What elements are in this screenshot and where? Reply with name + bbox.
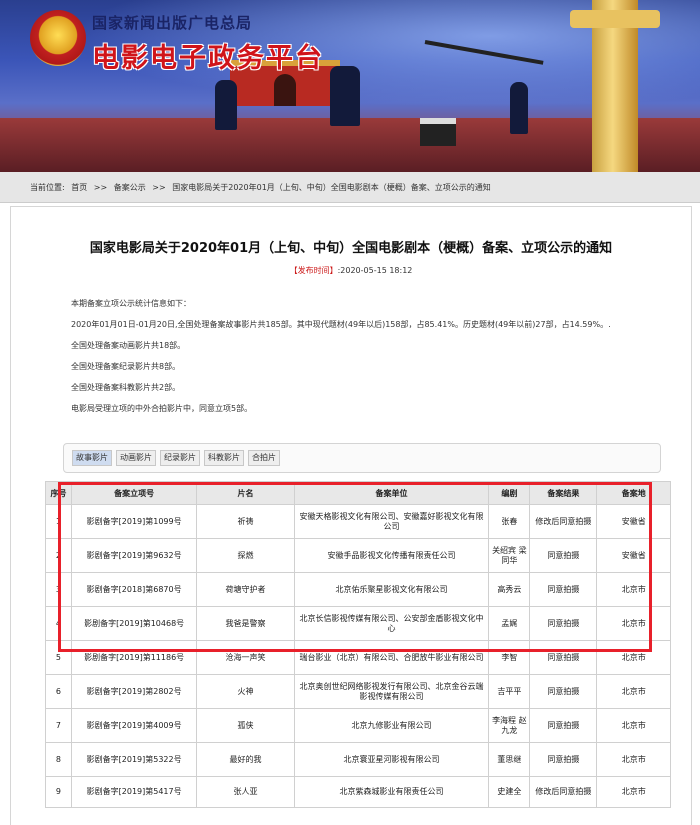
cell-title: 张人亚: [196, 776, 295, 808]
article-paragraph: 全国处理备案科教影片共2部。: [71, 383, 181, 392]
tab-documentary[interactable]: 纪录影片: [160, 450, 200, 466]
breadcrumb-current: 国家电影局关于2020年01月（上旬、中旬）全国电影剧本（梗概）备案、立项公示的…: [172, 183, 491, 192]
cell-title: 孤侠: [196, 708, 295, 743]
breadcrumb-label: 当前位置:: [30, 183, 65, 192]
category-tabs: 故事影片 动画影片 纪录影片 科教影片 合拍片: [63, 443, 661, 473]
cell-index: 8: [45, 742, 72, 777]
table-row: 8 影剧备字[2019]第5322号 最好的我 北京寰亚星河影视有限公司 董思继…: [45, 742, 671, 777]
article-paragraph: 全国处理备案动画影片共18部。: [71, 341, 186, 350]
tab-animation[interactable]: 动画影片: [116, 450, 156, 466]
article-paragraph: 电影局受理立项的中外合拍影片中，同意立项5部。: [71, 404, 253, 413]
cell-result: 修改后同意拍摄: [529, 776, 598, 808]
table-row: 9 影剧备字[2019]第5417号 张人亚 北京紫森城影业有限责任公司 史建全…: [45, 776, 671, 808]
tab-science[interactable]: 科教影片: [204, 450, 244, 466]
huabiao-pillar: [570, 0, 660, 172]
cell-filing-number: 影剧备字[2019]第4009号: [70, 708, 198, 743]
article-paragraph: 本期备案立项公示统计信息如下：: [71, 299, 191, 308]
boom-operator-silhouette: [510, 82, 528, 134]
cell-region: 北京市: [596, 742, 671, 777]
cell-writer: 吉平平: [488, 674, 531, 709]
article-body: 本期备案立项公示统计信息如下： 2020年01月01日-01月20日,全国处理备…: [71, 299, 671, 425]
camera-silhouette: [330, 66, 360, 126]
cell-title: 火神: [196, 674, 295, 709]
breadcrumb: 当前位置: 首页 >> 备案公示 >> 国家电影局关于2020年01月（上旬、中…: [30, 182, 495, 193]
breadcrumb-separator: >>: [93, 183, 108, 192]
article-paragraph: 全国处理备案纪录影片共8部。: [71, 362, 181, 371]
cell-region: 北京市: [596, 708, 671, 743]
platform-name: 电影电子政务平台: [92, 43, 324, 74]
highlight-box: [58, 482, 652, 652]
cell-index: 6: [45, 674, 72, 709]
cell-company: 北京九修影业有限公司: [293, 708, 490, 743]
cell-company: 北京紫森城影业有限责任公司: [293, 776, 490, 808]
cell-writer: 史建全: [488, 776, 531, 808]
org-name: 国家新闻出版广电总局: [92, 14, 253, 32]
table-row: 7 影剧备字[2019]第4009号 孤侠 北京九修影业有限公司 李海程 赵九龙…: [45, 708, 671, 743]
cell-filing-number: 影剧备字[2019]第5322号: [70, 742, 198, 777]
header-banner: 国家新闻出版广电总局 电影电子政务平台: [0, 0, 700, 172]
cell-title: 最好的我: [196, 742, 295, 777]
national-emblem-icon: [30, 10, 86, 66]
page-title: 国家电影局关于2020年01月（上旬、中旬）全国电影剧本（梗概）备案、立项公示的…: [89, 241, 613, 256]
cell-region: 北京市: [596, 776, 671, 808]
cell-filing-number: 影剧备字[2019]第5417号: [70, 776, 198, 808]
publish-time-label: 【发布时间】: [289, 266, 338, 275]
tab-feature-films[interactable]: 故事影片: [72, 450, 112, 466]
cell-filing-number: 影剧备字[2019]第2802号: [70, 674, 198, 709]
cell-writer: 李海程 赵九龙: [488, 708, 531, 743]
cameraman-silhouette: [215, 80, 237, 130]
clapperboard-icon: [420, 118, 456, 146]
cell-index: 9: [45, 776, 72, 808]
breadcrumb-section-link[interactable]: 备案公示: [114, 183, 146, 192]
breadcrumb-bar: 当前位置: 首页 >> 备案公示 >> 国家电影局关于2020年01月（上旬、中…: [0, 172, 700, 203]
article-paragraph: 2020年01月01日-01月20日,全国处理备案故事影片共185部。其中现代题…: [71, 320, 611, 329]
cell-writer: 董思继: [488, 742, 531, 777]
cell-company: 北京寰亚星河影视有限公司: [293, 742, 490, 777]
cell-result: 同意拍摄: [529, 674, 598, 709]
publish-time: 【发布时间】:2020-05-15 18:12: [11, 265, 691, 276]
cell-company: 北京奥创世纪网络影视发行有限公司、北京金谷云端影视传媒有限公司: [293, 674, 490, 709]
breadcrumb-separator: >>: [152, 183, 166, 192]
cell-result: 同意拍摄: [529, 742, 598, 777]
cell-index: 7: [45, 708, 72, 743]
cell-region: 北京市: [596, 674, 671, 709]
publish-time-value: :2020-05-15 18:12: [337, 266, 413, 275]
tab-coproduction[interactable]: 合拍片: [248, 450, 280, 466]
table-row: 6 影剧备字[2019]第2802号 火神 北京奥创世纪网络影视发行有限公司、北…: [45, 674, 671, 709]
breadcrumb-home-link[interactable]: 首页: [71, 183, 87, 192]
cell-result: 同意拍摄: [529, 708, 598, 743]
